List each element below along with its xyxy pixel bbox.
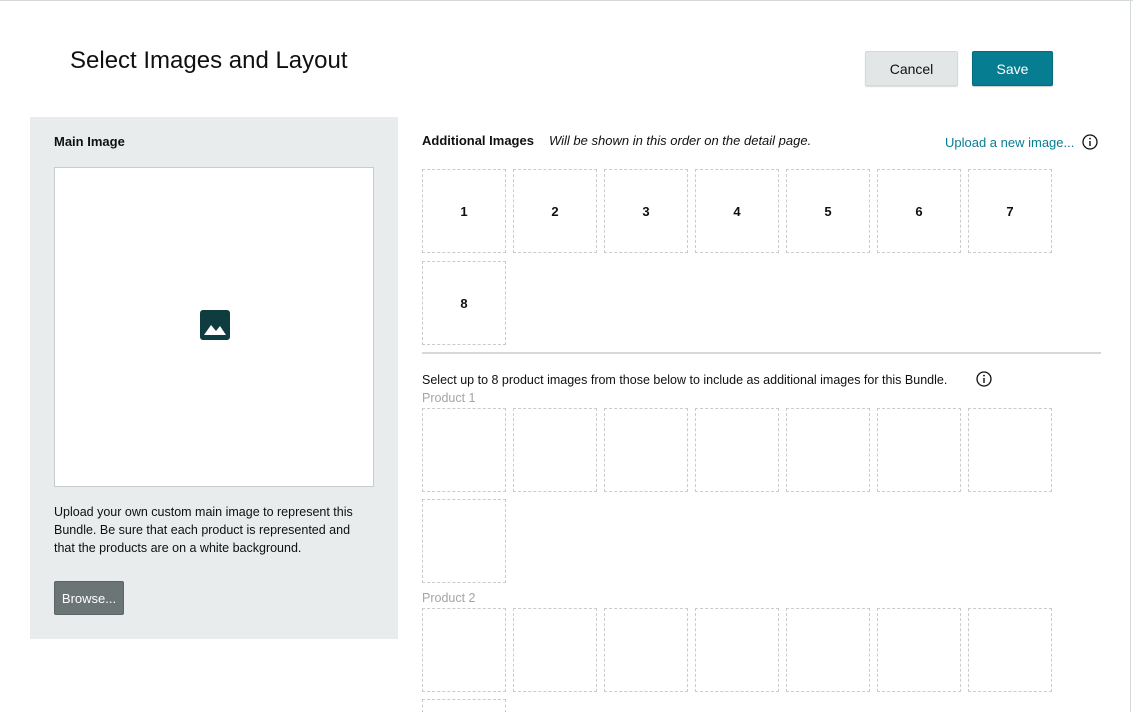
- section-divider: [422, 352, 1101, 354]
- additional-image-slot-6[interactable]: 6: [877, 169, 961, 253]
- additional-image-slot-5[interactable]: 5: [786, 169, 870, 253]
- main-image-panel: Main Image Upload your own custom main i…: [30, 117, 398, 639]
- product-2-label: Product 2: [422, 591, 476, 605]
- additional-image-slot-2[interactable]: 2: [513, 169, 597, 253]
- additional-image-slot-8[interactable]: 8: [422, 261, 506, 345]
- upload-new-image-link[interactable]: Upload a new image...: [945, 135, 1074, 150]
- cancel-button[interactable]: Cancel: [865, 51, 958, 86]
- browse-button[interactable]: Browse...: [54, 581, 124, 615]
- product-2-image-slot[interactable]: [513, 608, 597, 692]
- info-icon[interactable]: [1082, 134, 1098, 150]
- product-2-image-slot[interactable]: [968, 608, 1052, 692]
- image-placeholder-icon: [200, 310, 230, 340]
- main-image-dropzone[interactable]: [54, 167, 374, 487]
- additional-image-slot-3[interactable]: 3: [604, 169, 688, 253]
- select-images-page: Select Images and Layout Cancel Save Mai…: [0, 0, 1133, 712]
- product-1-image-slot[interactable]: [877, 408, 961, 492]
- additional-image-slot-4[interactable]: 4: [695, 169, 779, 253]
- product-2-image-slot[interactable]: [422, 608, 506, 692]
- product-1-image-slot[interactable]: [786, 408, 870, 492]
- product-selection-instruction: Select up to 8 product images from those…: [422, 373, 948, 387]
- product-1-image-slot[interactable]: [513, 408, 597, 492]
- product-2-image-slot[interactable]: [422, 699, 506, 712]
- product-2-image-slot[interactable]: [786, 608, 870, 692]
- page-title: Select Images and Layout: [70, 47, 348, 74]
- save-button[interactable]: Save: [972, 51, 1053, 86]
- additional-image-slot-7[interactable]: 7: [968, 169, 1052, 253]
- product-1-image-slot[interactable]: [604, 408, 688, 492]
- main-image-heading: Main Image: [54, 134, 125, 149]
- additional-images-note: Will be shown in this order on the detai…: [549, 133, 812, 148]
- product-1-image-slot[interactable]: [422, 408, 506, 492]
- product-2-image-slot[interactable]: [604, 608, 688, 692]
- product-1-image-slot[interactable]: [695, 408, 779, 492]
- product-1-image-slot[interactable]: [422, 499, 506, 583]
- product-2-image-slot[interactable]: [877, 608, 961, 692]
- product-1-image-slot[interactable]: [968, 408, 1052, 492]
- product-2-image-slot[interactable]: [695, 608, 779, 692]
- main-image-help-text: Upload your own custom main image to rep…: [54, 505, 353, 555]
- info-icon[interactable]: [976, 371, 992, 387]
- additional-images-heading: Additional Images: [422, 133, 534, 148]
- product-1-label: Product 1: [422, 391, 476, 405]
- additional-image-slot-1[interactable]: 1: [422, 169, 506, 253]
